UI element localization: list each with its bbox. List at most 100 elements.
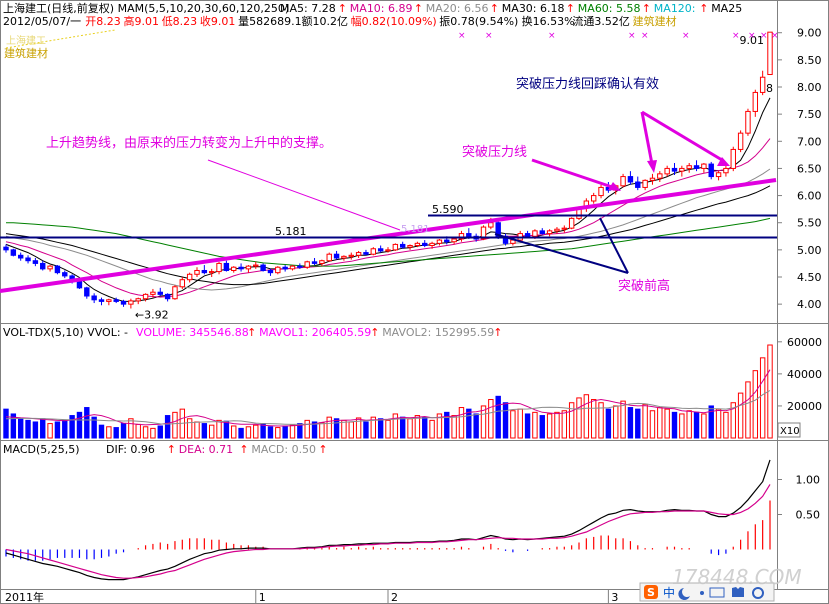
top-x-mark: × xyxy=(485,31,493,41)
volume-bar xyxy=(664,408,670,439)
candle-body xyxy=(620,176,626,187)
volume-bar xyxy=(25,419,31,439)
volume-bar xyxy=(502,402,509,439)
volume-bar xyxy=(363,421,369,439)
volume-bar xyxy=(253,424,259,439)
volume-bar xyxy=(194,421,200,439)
candle-body xyxy=(539,230,545,235)
volume-bar xyxy=(17,418,24,439)
volume-legend-item: MAVOL1: 206405.59 xyxy=(259,326,371,339)
candle-body xyxy=(289,265,296,270)
ma-legend: MA5: 7.28 ↑ MA10: 6.89 ↑ MA20: 6.56 ↑ MA30: 6.… xyxy=(280,2,742,15)
volume-bar xyxy=(414,415,421,439)
volume-bar xyxy=(333,418,340,439)
candle-body xyxy=(723,167,729,174)
volume-bar xyxy=(635,408,641,439)
candle-body xyxy=(47,265,53,270)
candle-body xyxy=(546,230,553,235)
volume-bar xyxy=(701,413,707,439)
prev-high-annotation: 突破前高 xyxy=(618,278,670,294)
candle-body xyxy=(260,264,266,271)
volume-axis: 20000 40000 60000 xyxy=(777,336,822,413)
volume-bar xyxy=(267,426,274,439)
volume-bar xyxy=(150,427,156,439)
candle-body xyxy=(649,177,656,181)
candle-body xyxy=(40,262,46,270)
candle-body xyxy=(3,246,9,251)
candle-body xyxy=(370,248,377,255)
ma-line-ma5 xyxy=(5,97,771,302)
volume-bar xyxy=(613,405,619,439)
volume-tick-label: 60000 xyxy=(787,336,822,349)
candle-body xyxy=(98,299,105,302)
candle-body xyxy=(532,230,538,237)
volume-bar xyxy=(759,357,766,439)
price-tick-label: 6.00 xyxy=(797,190,822,203)
candle-body xyxy=(311,261,318,264)
side-digit: 8 xyxy=(766,82,773,95)
quote-item: 收9.01 xyxy=(200,14,236,28)
volume-bar xyxy=(84,407,90,439)
up-arrow-icon: ↑ xyxy=(239,443,248,456)
quote-item: 低8.23 xyxy=(162,15,198,28)
top-x-mark: × xyxy=(458,31,466,41)
candle-body xyxy=(194,269,200,275)
volume-bar xyxy=(568,402,575,439)
volume-bar xyxy=(495,395,501,439)
candle-body xyxy=(466,233,472,237)
volume-bar xyxy=(407,418,413,439)
watermark: 178448.COM xyxy=(672,565,802,589)
quote-item: 建筑建材 xyxy=(633,14,677,28)
volume-bar xyxy=(54,421,61,439)
top-x-mark: × xyxy=(641,31,649,41)
level-lines: 5.1815.590 xyxy=(275,203,464,238)
quote-item: 高9.01 xyxy=(124,14,160,28)
volume-bar xyxy=(737,392,744,439)
candle-body xyxy=(216,262,222,273)
volume-bar xyxy=(422,416,428,439)
candle-body xyxy=(135,298,141,302)
volume-bar xyxy=(649,410,656,439)
volume-bar xyxy=(657,407,663,439)
volume-bar xyxy=(208,424,215,439)
volume-bar xyxy=(693,411,700,439)
trend-annotation: 上升趋势线，由原来的压力转变为上升中的支撑。 xyxy=(46,135,332,151)
stock-chart: 上海建工(日线,前复权) MAM(5,5,10,20,30,60,120,250… xyxy=(0,0,829,604)
candle-body xyxy=(407,245,413,248)
up-arrow-icon: ↑ xyxy=(490,2,499,15)
candle-body xyxy=(267,269,274,274)
up-arrow-icon: ↑ xyxy=(318,443,327,456)
volume-bar xyxy=(40,418,46,439)
ma-legend-item: MA60: 5.58 xyxy=(578,2,641,15)
candle-body xyxy=(554,228,560,232)
volume-bar xyxy=(76,411,83,439)
date-tick-label: 2011年 xyxy=(5,590,44,604)
s-icon-label: S xyxy=(647,586,655,599)
volume-bar xyxy=(120,423,127,439)
volume-bar xyxy=(377,418,384,439)
candle-body xyxy=(385,249,391,252)
stock-name: 上海建工 xyxy=(3,1,47,15)
quote-item: 幅0.82(10.09%) xyxy=(351,15,437,28)
volume-tick-label: 40000 xyxy=(787,368,822,381)
volume-bars xyxy=(3,344,773,439)
dot-icon[interactable] xyxy=(700,591,704,595)
quote-item: 换16.53% xyxy=(522,14,575,28)
up-arrow-icon: ↑ xyxy=(414,2,423,15)
volume-bar xyxy=(223,420,230,439)
candle-body xyxy=(142,293,149,300)
top-x-mark: × xyxy=(760,31,768,41)
volume-tick-label: 20000 xyxy=(787,400,822,413)
up-arrow-icon: ↑ xyxy=(699,2,708,15)
price-tick-label: 7.00 xyxy=(797,135,822,148)
volume-bar xyxy=(671,411,678,439)
volume-bar xyxy=(326,416,332,439)
candle-body xyxy=(201,269,208,274)
candle-body xyxy=(150,291,156,295)
candle-body xyxy=(231,266,237,271)
ma-legend-item: MA120: xyxy=(654,2,696,15)
volume-bar xyxy=(546,413,553,439)
candle-body xyxy=(32,260,39,264)
volume-bar xyxy=(715,408,722,439)
volume-bar xyxy=(679,413,685,439)
